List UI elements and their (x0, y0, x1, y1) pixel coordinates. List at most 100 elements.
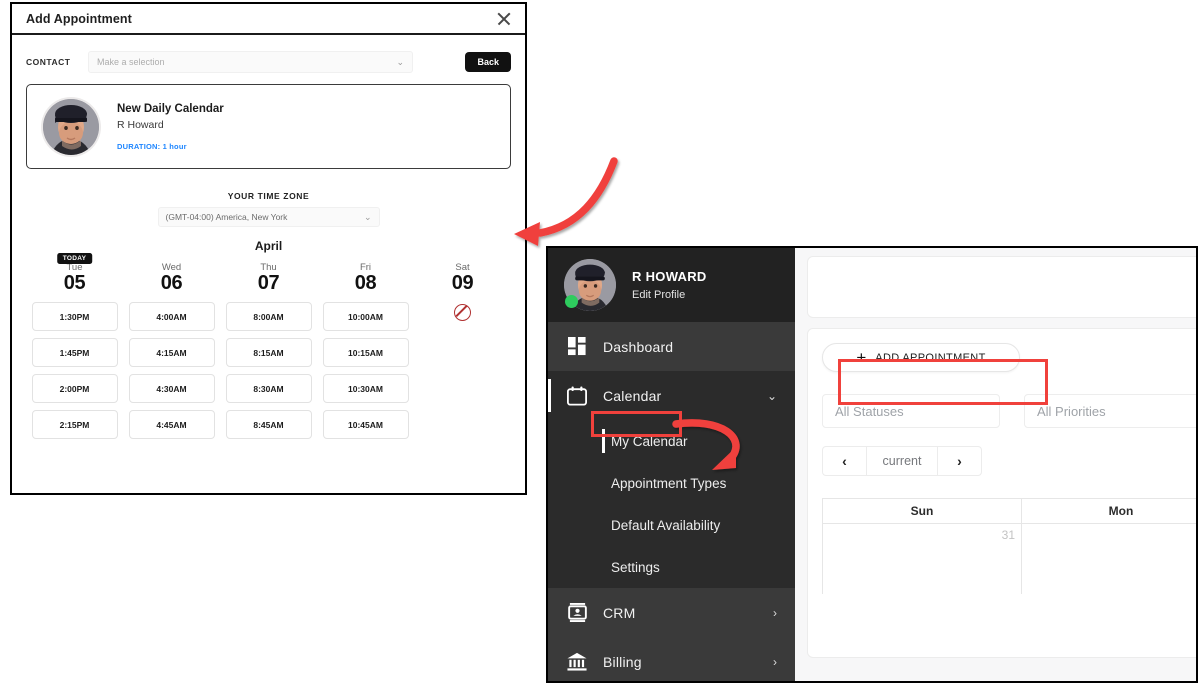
time-slot-list: 8:00AM 8:15AM 8:30AM 8:45AM (220, 302, 317, 439)
time-slot[interactable]: 10:00AM (322, 302, 409, 331)
screenshot-stage: Add Appointment CONTACT Make a selection… (0, 0, 1200, 685)
time-slot[interactable]: 1:30PM (31, 302, 118, 331)
day-column: Thu 07 8:00AM 8:15AM 8:30AM 8:45AM (220, 262, 317, 439)
modal-body: CONTACT Make a selection ⌄ Back New Dail… (12, 51, 525, 439)
time-slot[interactable]: 4:15AM (128, 338, 215, 367)
chevron-down-icon: ⌄ (766, 388, 777, 403)
time-slot[interactable]: 2:15PM (31, 410, 118, 439)
contact-select[interactable]: Make a selection ⌄ (88, 51, 413, 73)
calendar-submenu: My Calendar Appointment Types Default Av… (548, 420, 795, 588)
calendar-panel: + ADD APPOINTMENT All Statuses All Prior… (807, 328, 1196, 658)
sidebar-item-label: My Calendar (611, 433, 688, 449)
month-label: April (254, 239, 283, 253)
chevron-right-icon[interactable]: › (937, 446, 982, 476)
sidebar-item-settings[interactable]: Settings (548, 546, 795, 588)
time-slot[interactable]: 8:45AM (225, 410, 312, 439)
contact-label: CONTACT (26, 57, 71, 67)
timezone-select[interactable]: (GMT-04:00) America, New York ⌄ (157, 207, 380, 227)
arrow-to-timezone (514, 157, 618, 246)
time-slot[interactable]: 2:00PM (31, 374, 118, 403)
sidebar-item-label: Appointment Types (611, 475, 727, 491)
day-column: TODAY Tue 05 1:30PM 1:45PM 2:00PM 2:15PM (26, 253, 123, 439)
main-content: M + ADD APPOINTMENT All Statuses All Pri… (795, 248, 1196, 681)
sidebar-item-billing[interactable]: Billing › (548, 637, 795, 681)
status-filter-select[interactable]: All Statuses (822, 394, 1000, 428)
no-entry-icon (454, 304, 471, 321)
sidebar-item-my-calendar[interactable]: My Calendar (548, 420, 795, 462)
sidebar-item-calendar[interactable]: Calendar ⌄ (548, 371, 795, 420)
time-slot[interactable]: 8:00AM (225, 302, 312, 331)
avatar-image (43, 98, 99, 155)
column-header-mon: Mon (1022, 499, 1196, 523)
priority-filter-placeholder: All Priorities (1037, 403, 1106, 419)
add-appointment-modal: Add Appointment CONTACT Make a selection… (10, 2, 527, 495)
sidebar: R HOWARD Edit Profile Dashboard Calendar… (548, 248, 795, 681)
current-period-button[interactable]: current (867, 446, 937, 476)
profile-text: R HOWARD Edit Profile (632, 269, 707, 301)
dashboard-grid-icon (566, 336, 588, 358)
active-indicator-bar (602, 429, 605, 453)
sidebar-item-label: Settings (611, 559, 660, 575)
appointment-meta: New Daily Calendar R Howard DURATION: 1 … (117, 103, 224, 151)
day-number: 05 (63, 272, 86, 294)
avatar (564, 259, 616, 311)
avatar (43, 98, 99, 155)
sidebar-item-label: Dashboard (603, 338, 674, 355)
sidebar-item-dashboard[interactable]: Dashboard (548, 322, 795, 371)
timezone-section: YOUR TIME ZONE (GMT-04:00) America, New … (26, 191, 511, 227)
edit-profile-link[interactable]: Edit Profile (632, 289, 707, 301)
profile-section[interactable]: R HOWARD Edit Profile (548, 248, 795, 322)
add-appointment-button[interactable]: + ADD APPOINTMENT (822, 343, 1020, 372)
appointment-host: R Howard (117, 118, 164, 131)
day-columns: TODAY Tue 05 1:30PM 1:45PM 2:00PM 2:15PM… (26, 253, 511, 439)
top-panel: M (807, 256, 1196, 318)
time-slot[interactable]: 1:45PM (31, 338, 118, 367)
appointment-duration: DURATION: 1 hour (117, 141, 187, 151)
day-number: 09 (451, 272, 474, 294)
sidebar-item-label: CRM (603, 604, 636, 621)
time-slot[interactable]: 8:15AM (225, 338, 312, 367)
day-number: 06 (160, 272, 183, 294)
close-icon[interactable] (495, 10, 513, 28)
page-title: Add Appointment (26, 11, 132, 26)
time-slot[interactable]: 10:45AM (322, 410, 409, 439)
chevron-down-icon: ⌄ (363, 211, 372, 222)
time-slot-list: 1:30PM 1:45PM 2:00PM 2:15PM (26, 302, 123, 439)
chevron-left-icon[interactable]: ‹ (822, 446, 867, 476)
time-slot[interactable]: 4:00AM (128, 302, 215, 331)
timezone-label: YOUR TIME ZONE (227, 191, 310, 201)
bank-icon (566, 651, 588, 673)
active-indicator-bar (548, 379, 551, 412)
column-header-sun: Sun (823, 499, 1022, 523)
chevron-down-icon: ⌄ (396, 56, 404, 67)
time-slot[interactable]: 4:45AM (128, 410, 215, 439)
priority-filter-select[interactable]: All Priorities (1024, 394, 1196, 428)
time-slot-list: 10:00AM 10:15AM 10:30AM 10:45AM (317, 302, 414, 439)
month-grid-cell[interactable] (1022, 524, 1196, 594)
add-appointment-label: ADD APPOINTMENT (875, 351, 986, 364)
time-slot[interactable]: 4:30AM (128, 374, 215, 403)
time-slot[interactable]: 8:30AM (225, 374, 312, 403)
time-slot[interactable]: 10:15AM (322, 338, 409, 367)
sidebar-item-label: Default Availability (611, 517, 721, 533)
month-grid-cell[interactable]: 31 (823, 524, 1022, 594)
status-filter-placeholder: All Statuses (835, 403, 904, 419)
contact-card-icon (566, 602, 588, 624)
no-slots-indicator (414, 304, 511, 321)
modal-titlebar: Add Appointment (12, 4, 525, 35)
profile-name: R HOWARD (632, 269, 707, 284)
today-badge: TODAY (56, 253, 93, 264)
sidebar-item-appointment-types[interactable]: Appointment Types (548, 462, 795, 504)
time-slot[interactable]: 10:30AM (322, 374, 409, 403)
sidebar-item-crm[interactable]: CRM › (548, 588, 795, 637)
sidebar-item-default-availability[interactable]: Default Availability (548, 504, 795, 546)
calendar-pager: ‹ current › (822, 446, 982, 476)
plus-icon: + (856, 348, 867, 367)
appointment-type-card[interactable]: New Daily Calendar R Howard DURATION: 1 … (26, 84, 511, 169)
back-button[interactable]: Back (465, 52, 511, 72)
app-window: R HOWARD Edit Profile Dashboard Calendar… (546, 246, 1198, 683)
chevron-right-icon: › (773, 605, 777, 620)
online-status-indicator (565, 295, 578, 308)
appointment-name: New Daily Calendar (117, 102, 224, 115)
filter-row: All Statuses All Priorities (822, 394, 1196, 428)
